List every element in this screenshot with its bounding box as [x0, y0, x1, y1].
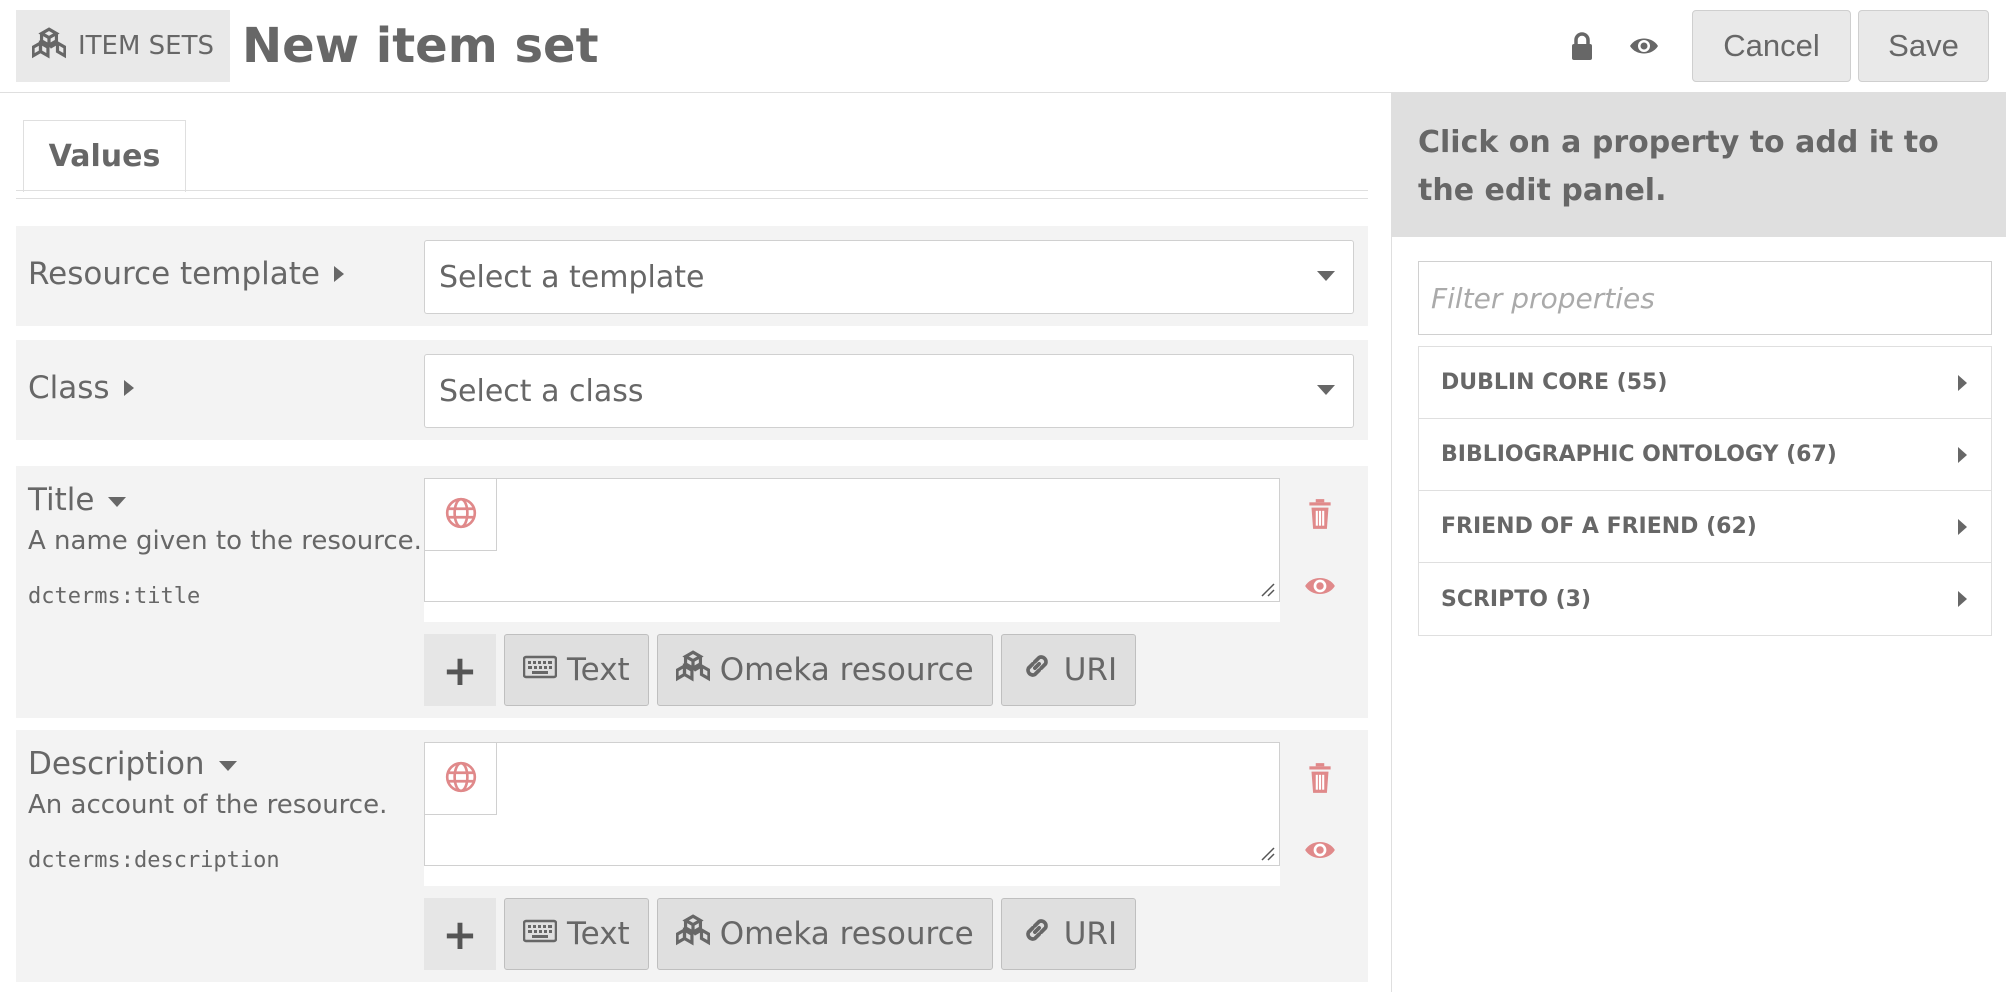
- description-label[interactable]: Description: [28, 746, 237, 782]
- add-omeka-resource-label: Omeka resource: [719, 652, 974, 688]
- cancel-button[interactable]: Cancel: [1692, 10, 1851, 82]
- trash-icon[interactable]: [1300, 758, 1340, 798]
- description-value-textarea[interactable]: [424, 742, 1280, 866]
- cubes-icon: [675, 913, 711, 955]
- caret-right-icon: [333, 266, 344, 282]
- property-selector-sidebar: Click on a property to add it to the edi…: [1391, 93, 2006, 992]
- resource-template-label-text: Resource template: [28, 256, 320, 292]
- caret-down-icon: [108, 497, 127, 507]
- chevron-down-icon: [1317, 271, 1335, 281]
- description-label-text: Description: [28, 746, 205, 782]
- description-field: Description An account of the resource. …: [16, 730, 1368, 982]
- add-omeka-resource-button[interactable]: Omeka resource: [656, 898, 993, 970]
- title-description: A name given to the resource.: [28, 526, 422, 556]
- resource-template-select[interactable]: Select a template: [424, 240, 1354, 314]
- caret-down-icon: [218, 761, 237, 771]
- caret-right-icon: [123, 380, 134, 396]
- description-description: An account of the resource.: [28, 790, 388, 820]
- vocabulary-item-friend-of-a-friend[interactable]: FRIEND OF A FRIEND (62): [1419, 491, 1991, 563]
- link-icon: [1020, 649, 1054, 691]
- add-text-button[interactable]: Text: [504, 634, 649, 706]
- vocabulary-label: FRIEND OF A FRIEND (62): [1441, 514, 1757, 539]
- add-text-label: Text: [567, 916, 630, 952]
- language-button[interactable]: [425, 479, 497, 551]
- vocabulary-item-bibliographic-ontology[interactable]: BIBLIOGRAPHIC ONTOLOGY (67): [1419, 419, 1991, 491]
- globe-icon: [444, 760, 478, 798]
- title-value-textarea[interactable]: [424, 478, 1280, 602]
- caret-right-icon: [1958, 374, 1967, 391]
- section-label: ITEM SETS: [78, 31, 214, 61]
- lock-icon[interactable]: [1562, 26, 1602, 66]
- add-value-button[interactable]: +: [424, 634, 496, 706]
- title-add-value-row: + Text Omeka resource URI: [424, 634, 1137, 706]
- add-uri-label: URI: [1063, 916, 1118, 952]
- caret-right-icon: [1958, 446, 1967, 463]
- class-select[interactable]: Select a class: [424, 354, 1354, 428]
- vocabulary-label: BIBLIOGRAPHIC ONTOLOGY (67): [1441, 442, 1837, 467]
- class-field: Class Select a class: [16, 340, 1368, 440]
- title-value-box: [424, 478, 1280, 622]
- add-uri-button[interactable]: URI: [1000, 898, 1137, 970]
- resource-template-field: Resource template Select a template: [16, 226, 1368, 326]
- add-uri-button[interactable]: URI: [1000, 634, 1137, 706]
- resize-handle[interactable]: [1259, 581, 1275, 597]
- vocabulary-item-dublin-core[interactable]: DUBLIN CORE (55): [1419, 347, 1991, 419]
- resource-template-label[interactable]: Resource template: [28, 256, 344, 292]
- vocabulary-label: DUBLIN CORE (55): [1441, 370, 1668, 395]
- section-breadcrumb[interactable]: ITEM SETS: [16, 10, 230, 82]
- caret-right-icon: [1958, 591, 1967, 607]
- resize-handle[interactable]: [1259, 845, 1275, 861]
- keyboard-icon: [522, 913, 558, 955]
- class-label[interactable]: Class: [28, 370, 134, 406]
- add-value-button[interactable]: +: [424, 898, 496, 970]
- class-label-text: Class: [28, 370, 110, 406]
- globe-icon: [444, 496, 478, 534]
- add-uri-label: URI: [1063, 652, 1118, 688]
- title-label[interactable]: Title: [28, 482, 127, 518]
- description-add-value-row: + Text Omeka resource URI: [424, 898, 1137, 970]
- trash-icon[interactable]: [1300, 494, 1340, 534]
- save-button[interactable]: Save: [1858, 10, 1989, 82]
- tab-divider-secondary: [16, 198, 1368, 199]
- vocabulary-label: SCRIPTO (3): [1441, 586, 1592, 612]
- resource-template-select-value: Select a template: [439, 259, 705, 295]
- tab-divider: [16, 190, 1368, 191]
- eye-icon[interactable]: [1624, 26, 1664, 66]
- cubes-icon: [31, 26, 67, 67]
- caret-right-icon: [1958, 518, 1967, 535]
- description-value-box: [424, 742, 1280, 886]
- cubes-icon: [675, 649, 711, 691]
- add-text-button[interactable]: Text: [504, 898, 649, 970]
- chevron-down-icon: [1317, 385, 1335, 395]
- tab-values[interactable]: Values: [23, 120, 186, 192]
- filter-properties-input[interactable]: [1418, 261, 1992, 335]
- page-header: ITEM SETS New item set Cancel Save: [0, 0, 2006, 93]
- add-omeka-resource-button[interactable]: Omeka resource: [656, 634, 993, 706]
- keyboard-icon: [522, 649, 558, 691]
- add-omeka-resource-label: Omeka resource: [719, 916, 974, 952]
- add-text-label: Text: [567, 652, 630, 688]
- title-field: Title A name given to the resource. dcte…: [16, 466, 1368, 718]
- language-button[interactable]: [425, 743, 497, 815]
- link-icon: [1020, 913, 1054, 955]
- vocabulary-list: DUBLIN CORE (55) BIBLIOGRAPHIC ONTOLOGY …: [1418, 346, 1992, 636]
- class-select-value: Select a class: [439, 373, 644, 409]
- eye-icon[interactable]: [1300, 566, 1340, 606]
- title-label-text: Title: [28, 482, 95, 518]
- title-term: dcterms:title: [28, 584, 201, 609]
- eye-icon[interactable]: [1300, 830, 1340, 870]
- vocabulary-item-scripto[interactable]: SCRIPTO (3): [1419, 563, 1991, 635]
- sidebar-intro: Click on a property to add it to the edi…: [1392, 93, 2006, 237]
- page-title: New item set: [242, 18, 599, 74]
- description-term: dcterms:description: [28, 848, 280, 873]
